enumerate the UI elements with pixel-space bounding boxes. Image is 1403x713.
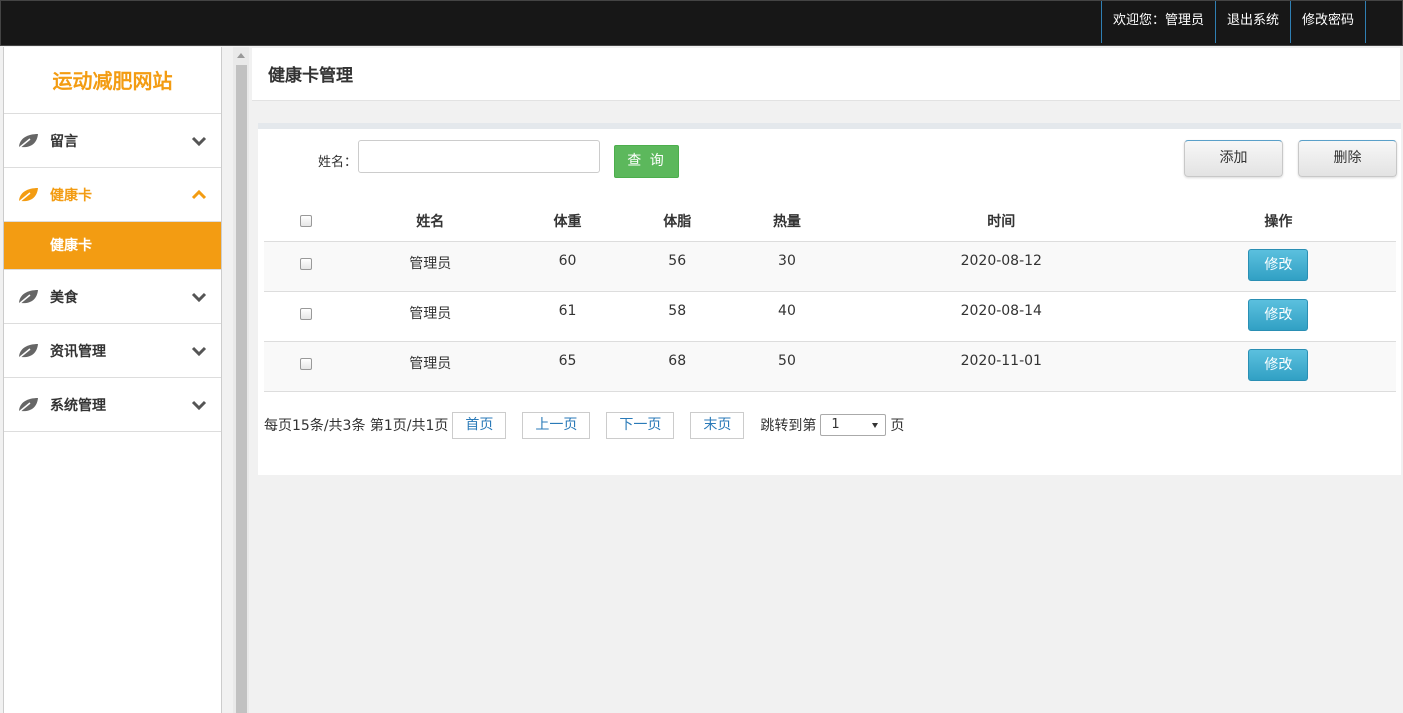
cell-action: 修改 [1160, 341, 1396, 392]
row-select-cell [264, 241, 348, 292]
cell-fat: 56 [622, 241, 733, 292]
row-select-cell [264, 291, 348, 342]
sidebar-item-label: 健康卡 [50, 187, 92, 204]
chevron-down-icon [191, 136, 207, 147]
cell-weight: 60 [512, 241, 623, 292]
first-page-button[interactable]: 首页 [452, 411, 507, 439]
sidebar-item-label: 资讯管理 [50, 343, 106, 360]
chevron-down-icon [191, 346, 207, 357]
cell-date: 2020-08-12 [841, 241, 1161, 292]
edit-button[interactable]: 修改 [1248, 298, 1309, 331]
table-row: 管理员 65 68 50 2020-11-01 修改 [264, 341, 1396, 392]
scrollbar-thumb[interactable] [236, 65, 247, 713]
add-button[interactable]: 添加 [1184, 140, 1283, 177]
cell-weight: 65 [512, 341, 623, 392]
sidebar-item-system[interactable]: 系统管理 [4, 378, 221, 432]
cell-calories: 30 [732, 241, 842, 292]
leaf-icon [18, 289, 38, 305]
column-header-weight: 体重 [512, 202, 623, 242]
cell-name: 管理员 [348, 341, 513, 392]
cell-name: 管理员 [348, 241, 513, 292]
top-bar: 欢迎您：管理员 退出系统 修改密码 [0, 0, 1403, 46]
row-checkbox[interactable] [300, 357, 312, 370]
select-all-checkbox[interactable] [300, 215, 312, 228]
row-checkbox[interactable] [300, 257, 312, 270]
sidebar-subitem-health-card[interactable]: 健康卡 [4, 222, 221, 270]
query-button[interactable]: 查 询 [614, 145, 679, 178]
column-header-name: 姓名 [348, 202, 513, 242]
page-header: 健康卡管理 [252, 48, 1400, 101]
page-title: 健康卡管理 [268, 66, 353, 86]
table-header-row: 姓名 体重 体脂 热量 时间 操作 [264, 202, 1396, 242]
content-panel: 姓名： 查 询 添加 删除 姓名 体重 体脂 热量 时间 操作 管理员 60 5… [258, 123, 1401, 475]
delete-button[interactable]: 删除 [1298, 140, 1397, 177]
site-brand: 运动减肥网站 [4, 47, 221, 114]
cell-date: 2020-11-01 [841, 341, 1161, 392]
page-select-value: 1 [831, 417, 840, 432]
sidebar-item-food[interactable]: 美食 [4, 270, 221, 324]
change-password-link[interactable]: 修改密码 [1289, 1, 1366, 43]
edit-button[interactable]: 修改 [1248, 248, 1309, 281]
name-search-label: 姓名： [318, 155, 358, 170]
sidebar-item-health-card[interactable]: 健康卡 [4, 168, 221, 222]
welcome-user: 欢迎您：管理员 [1100, 1, 1215, 43]
column-header-calories: 热量 [732, 202, 842, 242]
column-header-date: 时间 [841, 202, 1161, 242]
prev-page-button[interactable]: 上一页 [522, 411, 591, 439]
leaf-icon [18, 133, 38, 149]
cell-name: 管理员 [348, 291, 513, 342]
logout-link[interactable]: 退出系统 [1214, 1, 1290, 43]
jump-label: 跳转到第 [760, 418, 817, 434]
health-card-table: 姓名 体重 体脂 热量 时间 操作 管理员 60 56 30 2020-08-1… [264, 202, 1396, 392]
table-row: 管理员 60 56 30 2020-08-12 修改 [264, 241, 1396, 292]
table-row: 管理员 61 58 40 2020-08-14 修改 [264, 291, 1396, 342]
sidebar-item-label: 美食 [50, 289, 78, 306]
page-suffix: 页 [890, 418, 905, 434]
column-header-fat: 体脂 [622, 202, 733, 242]
cell-action: 修改 [1160, 291, 1396, 342]
cell-action: 修改 [1160, 241, 1396, 292]
sidebar-item-label: 系统管理 [50, 397, 106, 414]
chevron-down-icon [191, 292, 207, 303]
leaf-icon [18, 397, 38, 413]
cell-date: 2020-08-14 [841, 291, 1161, 342]
leaf-icon [18, 187, 38, 203]
sidebar-item-news[interactable]: 资讯管理 [4, 324, 221, 378]
sidebar-item-messages[interactable]: 留言 [4, 114, 221, 168]
chevron-down-icon [191, 400, 207, 411]
last-page-button[interactable]: 末页 [690, 411, 745, 439]
sidebar-item-label: 留言 [50, 133, 78, 150]
sidebar: 运动减肥网站 留言 健康卡 健康卡 美食 资讯管理 系统管理 [3, 47, 222, 713]
row-checkbox[interactable] [300, 307, 312, 320]
row-select-cell [264, 341, 348, 392]
cell-weight: 61 [512, 291, 623, 342]
pagination: 每页15条/共3条 第1页/共1页 首页 上一页 下一页 末页 跳转到第 1 页 [264, 411, 904, 439]
select-all-cell [264, 202, 348, 242]
edit-button[interactable]: 修改 [1248, 348, 1309, 381]
cell-calories: 40 [732, 291, 842, 342]
scroll-up-arrow-icon[interactable] [237, 53, 245, 58]
page-select[interactable]: 1 [820, 414, 887, 436]
pagination-info: 每页15条/共3条 第1页/共1页 [264, 418, 449, 434]
column-header-action: 操作 [1160, 202, 1396, 242]
leaf-icon [18, 343, 38, 359]
content-scrollbar[interactable] [233, 47, 249, 713]
cell-fat: 58 [622, 291, 733, 342]
name-search-input[interactable] [358, 140, 600, 173]
top-nav: 欢迎您：管理员 退出系统 修改密码 [1100, 1, 1366, 45]
cell-calories: 50 [732, 341, 842, 392]
cell-fat: 68 [622, 341, 733, 392]
dropdown-arrow-icon [872, 423, 879, 428]
next-page-button[interactable]: 下一页 [606, 411, 675, 439]
chevron-up-icon [191, 189, 207, 200]
